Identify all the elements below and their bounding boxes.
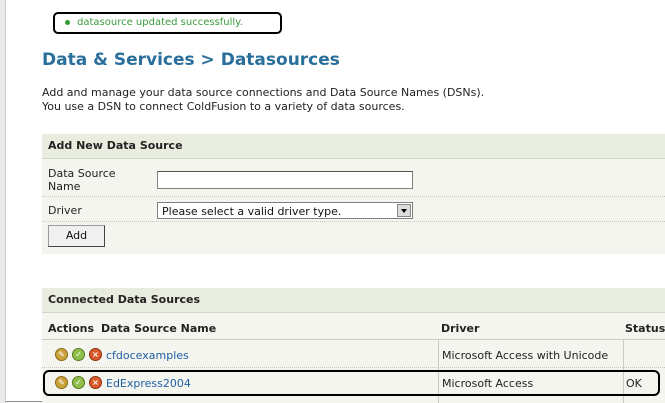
row-divider xyxy=(42,221,665,222)
driver-select-value: Please select a valid driver type. xyxy=(162,205,342,218)
driver-cell: Microsoft Access with Unicode xyxy=(442,349,609,362)
row-divider xyxy=(42,196,665,197)
bullet-icon xyxy=(65,20,70,25)
datasource-name-input[interactable] xyxy=(157,171,413,189)
add-button[interactable]: Add xyxy=(48,225,105,247)
success-text: datasource updated successfully. xyxy=(77,17,243,28)
row-divider xyxy=(42,367,665,368)
page-title: Data & Services > Datasources xyxy=(42,50,340,70)
delete-icon[interactable]: × xyxy=(89,348,102,361)
verify-icon[interactable]: ✓ xyxy=(72,348,85,361)
column-header-status: Status xyxy=(625,322,665,335)
datasource-name-label: Data Source Name xyxy=(48,167,116,193)
chevron-down-icon[interactable] xyxy=(397,204,411,217)
connected-panel-header: Connected Data Sources xyxy=(42,288,665,313)
driver-select[interactable]: Please select a valid driver type. xyxy=(157,202,413,219)
add-panel-heading: Add New Data Source xyxy=(48,139,183,152)
driver-label: Driver xyxy=(48,204,82,217)
connected-panel-heading: Connected Data Sources xyxy=(48,293,201,306)
success-message: datasource updated successfully. xyxy=(53,12,282,34)
datasource-link[interactable]: cfdocexamples xyxy=(106,349,189,362)
add-datasource-panel: Add New Data Source Data Source Name Dri… xyxy=(42,134,665,254)
description-line-1: Add and manage your data source connecti… xyxy=(42,86,485,99)
header-divider xyxy=(42,339,665,340)
column-header-driver[interactable]: Driver xyxy=(441,322,479,335)
description-line-2: You use a DSN to connect ColdFusion to a… xyxy=(42,100,405,113)
page-description: Add and manage your data source connecti… xyxy=(42,86,484,114)
add-panel-header: Add New Data Source xyxy=(42,134,665,159)
column-header-actions: Actions xyxy=(48,322,94,335)
column-header-name[interactable]: Data Source Name xyxy=(101,322,216,335)
left-border xyxy=(0,0,6,403)
edit-icon[interactable]: ✎ xyxy=(55,348,68,361)
row-highlight-annotation xyxy=(43,370,660,396)
